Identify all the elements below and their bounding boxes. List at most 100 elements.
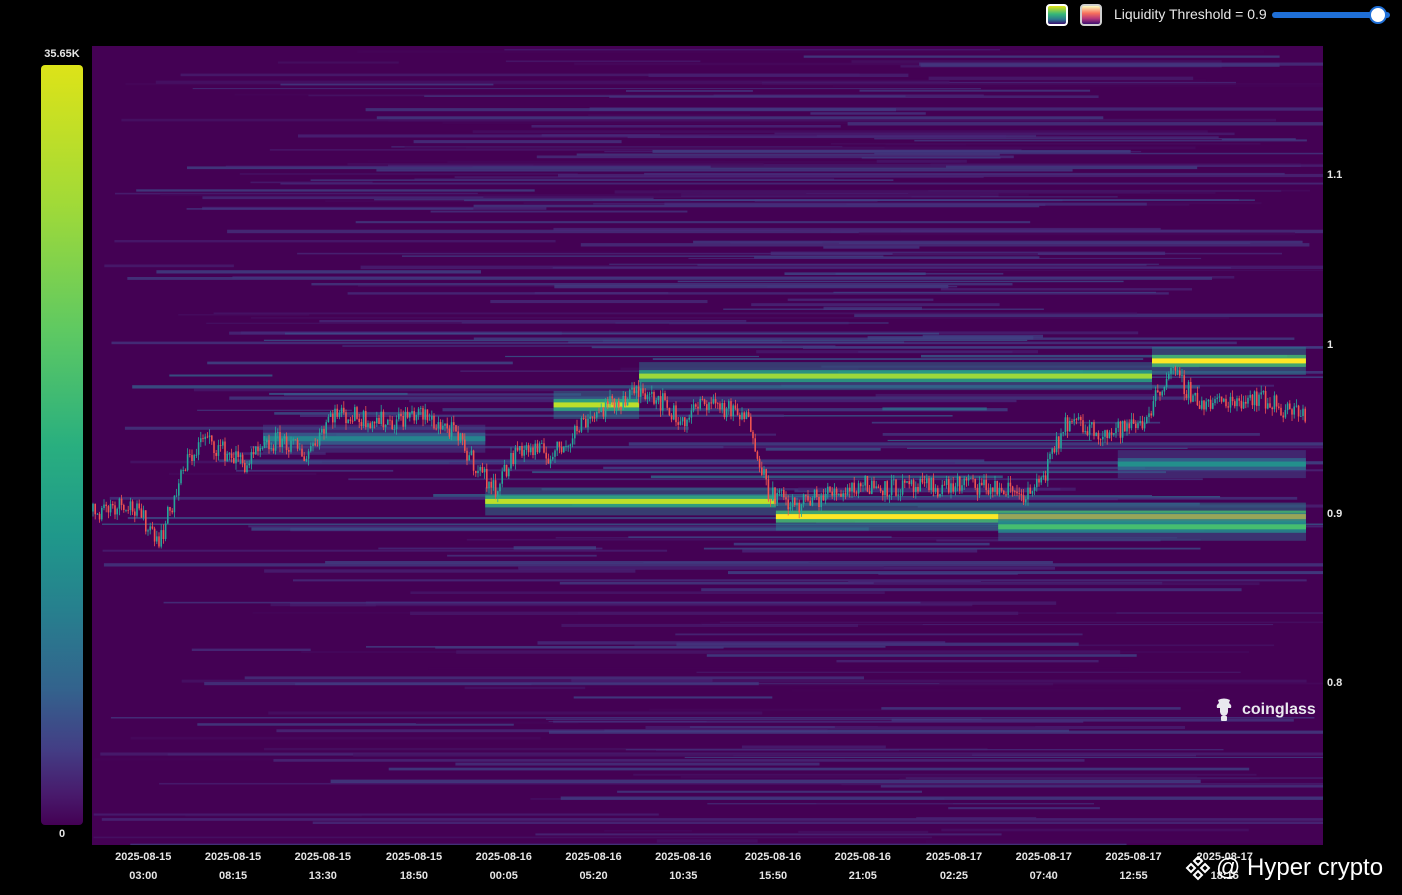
candle-body bbox=[347, 419, 349, 424]
candle-body bbox=[1278, 406, 1280, 408]
candle-body bbox=[142, 510, 145, 518]
liquidity-streak bbox=[859, 89, 1091, 92]
candle-body bbox=[657, 396, 660, 401]
candle-body bbox=[1121, 420, 1124, 438]
liquidity-streak bbox=[264, 569, 636, 573]
candle-body bbox=[970, 477, 972, 479]
candle-body bbox=[1273, 395, 1276, 410]
liquidity-streak bbox=[625, 749, 1224, 751]
candle-body bbox=[1275, 395, 1278, 407]
x-tick-label: 2025-08-17 12:55 bbox=[1089, 848, 1179, 886]
candle-body bbox=[602, 407, 605, 417]
candle-body bbox=[334, 408, 336, 423]
candle-body bbox=[1115, 427, 1117, 434]
candle-body bbox=[1003, 490, 1005, 495]
candle-body bbox=[483, 468, 486, 473]
candle-body bbox=[1093, 422, 1095, 436]
candle-body bbox=[1119, 421, 1122, 438]
candle-body bbox=[1126, 423, 1128, 432]
x-tick-time: 12:55 bbox=[1119, 870, 1148, 882]
liquidity-streak bbox=[628, 536, 892, 538]
candle-body bbox=[178, 483, 180, 496]
candle-body bbox=[241, 454, 244, 463]
candle-body bbox=[1291, 409, 1293, 415]
candle-body bbox=[294, 439, 297, 441]
candle-body bbox=[864, 476, 866, 486]
candle-body bbox=[109, 504, 112, 513]
candle-body bbox=[1132, 419, 1135, 424]
liquidity-streak bbox=[633, 773, 1257, 776]
candle-body bbox=[875, 486, 877, 488]
candle-body bbox=[670, 415, 673, 420]
candle-body bbox=[433, 415, 435, 429]
candle-body bbox=[285, 436, 288, 450]
candle-body bbox=[978, 482, 981, 495]
candle-body bbox=[138, 503, 140, 509]
liquidity-streak bbox=[376, 116, 1104, 120]
viridis-palette-swatch-icon[interactable] bbox=[1046, 4, 1068, 26]
liquidity-streak bbox=[909, 270, 1323, 272]
candle-body bbox=[974, 478, 976, 488]
candle-body bbox=[1201, 400, 1203, 409]
candle-body bbox=[1064, 417, 1067, 433]
liquidity-streak bbox=[357, 50, 1265, 54]
candle-body bbox=[712, 399, 715, 404]
liquidity-streak bbox=[534, 292, 669, 295]
candle-body bbox=[263, 442, 266, 449]
liquidation-heatmap[interactable] bbox=[92, 46, 1323, 845]
candle-body bbox=[576, 425, 578, 432]
liquidity-threshold-slider-handle[interactable] bbox=[1369, 6, 1387, 24]
candle-body bbox=[853, 482, 855, 493]
candle-body bbox=[761, 467, 763, 475]
candle-body bbox=[1304, 408, 1306, 422]
candle-body bbox=[1066, 417, 1069, 432]
candle-body bbox=[516, 447, 519, 451]
candle-body bbox=[1260, 392, 1262, 395]
candle-body bbox=[1044, 475, 1047, 481]
candle-body bbox=[470, 450, 473, 456]
candle-body bbox=[1181, 375, 1183, 376]
candle-body bbox=[213, 441, 215, 453]
candle-body bbox=[1216, 397, 1218, 400]
candle-body bbox=[1073, 419, 1075, 422]
candle-body bbox=[1141, 420, 1144, 429]
liquidity-streak bbox=[568, 341, 905, 344]
candle-body bbox=[571, 438, 574, 445]
liquidity-streak bbox=[504, 49, 1001, 51]
liquidity-streak bbox=[580, 243, 1310, 247]
candle-body bbox=[1271, 407, 1273, 410]
candle-body bbox=[195, 454, 198, 456]
candle-body bbox=[1249, 394, 1251, 398]
candle-body bbox=[1247, 397, 1249, 404]
candle-body bbox=[556, 441, 558, 451]
liquidity-streak bbox=[603, 466, 1145, 469]
candle-body bbox=[822, 495, 825, 501]
candle-body bbox=[615, 401, 618, 409]
liquidity-streak bbox=[163, 601, 921, 604]
candle-body bbox=[747, 412, 750, 417]
candle-body bbox=[950, 483, 952, 493]
candle-body bbox=[866, 476, 869, 492]
candle-body bbox=[519, 446, 521, 451]
candle-body bbox=[431, 415, 433, 420]
liquidity-streak bbox=[552, 267, 1231, 269]
candle-body bbox=[301, 448, 303, 457]
candle-body bbox=[965, 478, 968, 481]
candle-body bbox=[206, 436, 209, 438]
candle-body bbox=[1194, 393, 1196, 396]
candle-body bbox=[1236, 398, 1238, 407]
candle-body bbox=[272, 448, 275, 451]
candle-body bbox=[1152, 401, 1155, 416]
colorbar bbox=[41, 65, 83, 825]
liquidity-streak bbox=[136, 189, 535, 192]
magma-palette-swatch-icon[interactable] bbox=[1080, 4, 1102, 26]
candle-body bbox=[497, 491, 499, 497]
liquidity-streak bbox=[916, 817, 1037, 819]
candle-body bbox=[673, 405, 675, 420]
candle-body bbox=[816, 489, 818, 497]
candle-body bbox=[248, 463, 250, 466]
candle-body bbox=[481, 467, 484, 473]
candle-body bbox=[904, 480, 906, 483]
liquidity-streak bbox=[892, 253, 1038, 256]
candle-body bbox=[420, 408, 422, 409]
